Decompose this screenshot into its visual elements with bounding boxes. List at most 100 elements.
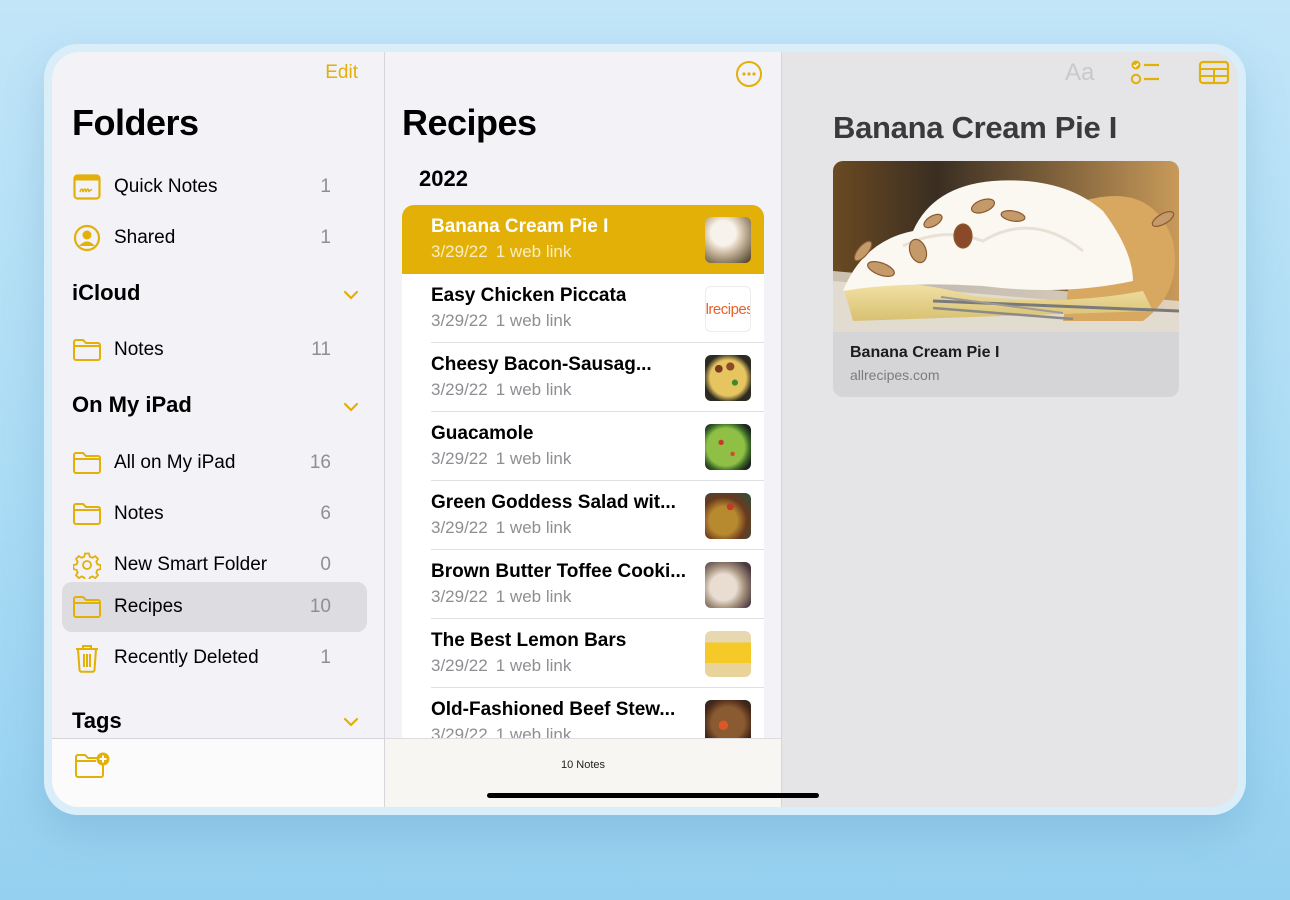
note-row[interactable]: Guacamole 3/29/22 1 web link bbox=[402, 412, 764, 481]
note-title: Cheesy Bacon-Sausag... bbox=[431, 354, 652, 375]
sidebar-toolbar bbox=[52, 738, 384, 807]
note-date: 3/29/22 bbox=[431, 311, 488, 330]
note-row[interactable]: Brown Butter Toffee Cooki... 3/29/22 1 we… bbox=[402, 550, 764, 619]
folder-icon bbox=[72, 335, 102, 365]
note-meta: 3/29/22 1 web link bbox=[431, 449, 571, 469]
sidebar-item-icloud-notes[interactable]: Notes 11 bbox=[62, 325, 367, 375]
note-thumbnail bbox=[705, 631, 751, 677]
sidebar-item-quick-notes[interactable]: Quick Notes 1 bbox=[62, 162, 367, 212]
text-format-button[interactable]: Aa bbox=[1065, 58, 1101, 88]
folder-count: 6 bbox=[320, 503, 331, 524]
note-meta: 3/29/22 1 web link bbox=[431, 587, 571, 607]
notes-list-pane: Recipes 2022 Banana Cream Pie I 3/29/22 1… bbox=[385, 52, 782, 807]
chevron-down-icon[interactable] bbox=[342, 398, 360, 416]
note-thumbnail bbox=[705, 355, 751, 401]
link-preview-domain: allrecipes.com bbox=[850, 367, 940, 383]
note-title: The Best Lemon Bars bbox=[431, 630, 627, 651]
folder-label: Recipes bbox=[114, 596, 183, 617]
shared-person-icon bbox=[72, 223, 102, 253]
note-meta: 3/29/22 1 web link bbox=[431, 380, 571, 400]
folder-label: Shared bbox=[114, 227, 176, 248]
note-date: 3/29/22 bbox=[431, 380, 488, 399]
folder-label: Quick Notes bbox=[114, 176, 218, 197]
note-row[interactable]: Old-Fashioned Beef Stew... 3/29/22 1 web … bbox=[402, 688, 764, 745]
note-attachment-info: 1 web link bbox=[495, 656, 572, 675]
chevron-down-icon[interactable] bbox=[342, 713, 360, 731]
note-thumbnail bbox=[705, 562, 751, 608]
sidebar-item-all-on-my-ipad[interactable]: All on My iPad 16 bbox=[62, 438, 367, 488]
note-attachment-info: 1 web link bbox=[495, 380, 572, 399]
new-folder-icon[interactable] bbox=[74, 751, 110, 781]
folder-label: Notes bbox=[114, 503, 164, 524]
folder-count: 10 bbox=[309, 596, 331, 617]
folder-label: New Smart Folder bbox=[114, 554, 268, 575]
note-meta: 3/29/22 1 web link bbox=[431, 311, 571, 331]
section-header-tags[interactable]: Tags bbox=[72, 708, 122, 734]
folder-icon bbox=[72, 499, 102, 529]
folder-title: Recipes bbox=[402, 102, 537, 143]
gear-icon bbox=[72, 550, 102, 580]
note-row[interactable]: Cheesy Bacon-Sausag... 3/29/22 1 web link bbox=[402, 343, 764, 412]
ellipsis-circle-icon[interactable] bbox=[735, 60, 763, 88]
note-date: 3/29/22 bbox=[431, 242, 488, 261]
note-meta: 3/29/22 1 web link bbox=[431, 242, 571, 262]
folder-count: 11 bbox=[311, 339, 331, 360]
checklist-icon[interactable] bbox=[1130, 58, 1162, 88]
note-meta: 3/29/22 1 web link bbox=[431, 656, 571, 676]
folder-icon bbox=[72, 592, 102, 622]
note-row[interactable]: Green Goddess Salad wit... 3/29/22 1 web … bbox=[402, 481, 764, 550]
group-header: 2022 bbox=[419, 166, 468, 191]
notes-app-screen: Edit Folders Quick Notes 1 Shared 1 iClo… bbox=[52, 52, 1238, 807]
note-row[interactable]: Easy Chicken Piccata 3/29/22 1 web link l… bbox=[402, 274, 764, 343]
note-title: Old-Fashioned Beef Stew... bbox=[431, 699, 676, 720]
note-thumbnail bbox=[705, 217, 751, 263]
folder-count: 1 bbox=[320, 176, 331, 197]
banana-cream-pie-image bbox=[833, 161, 1179, 332]
note-attachment-info: 1 web link bbox=[495, 518, 572, 537]
sidebar-item-recipes[interactable]: Recipes 10 bbox=[62, 582, 367, 632]
sidebar-item-recently-deleted[interactable]: Recently Deleted 1 bbox=[62, 633, 367, 683]
note-heading: Banana Cream Pie I bbox=[833, 110, 1118, 145]
note-title: Brown Butter Toffee Cooki... bbox=[431, 561, 687, 582]
note-date: 3/29/22 bbox=[431, 518, 488, 537]
folder-label: All on My iPad bbox=[114, 452, 236, 473]
note-attachment-info: 1 web link bbox=[495, 242, 572, 261]
note-row[interactable]: Banana Cream Pie I 3/29/22 1 web link bbox=[402, 205, 764, 274]
section-header-icloud[interactable]: iCloud bbox=[72, 280, 140, 306]
note-meta: 3/29/22 1 web link bbox=[431, 518, 571, 538]
note-title: Guacamole bbox=[431, 423, 534, 444]
notes-list: Banana Cream Pie I 3/29/22 1 web link Eas… bbox=[402, 205, 764, 745]
note-title: Easy Chicken Piccata bbox=[431, 285, 627, 306]
sidebar-item-notes[interactable]: Notes 6 bbox=[62, 489, 367, 539]
table-icon[interactable] bbox=[1198, 58, 1230, 88]
folder-count: 1 bbox=[320, 227, 331, 248]
folder-icon bbox=[72, 448, 102, 478]
chevron-down-icon[interactable] bbox=[342, 286, 360, 304]
folder-count: 0 bbox=[320, 554, 331, 575]
trash-icon bbox=[72, 643, 102, 673]
sidebar-item-shared[interactable]: Shared 1 bbox=[62, 213, 367, 263]
home-indicator[interactable] bbox=[487, 793, 819, 798]
note-attachment-info: 1 web link bbox=[495, 311, 572, 330]
allrecipes-logo-text: llrecipes bbox=[705, 300, 751, 318]
note-title: Green Goddess Salad wit... bbox=[431, 492, 676, 513]
section-header-on-my-ipad[interactable]: On My iPad bbox=[72, 392, 192, 418]
folder-count: 1 bbox=[320, 647, 331, 668]
web-link-preview[interactable]: Banana Cream Pie I allrecipes.com bbox=[833, 161, 1179, 397]
note-attachment-info: 1 web link bbox=[495, 449, 572, 468]
quick-notes-icon bbox=[72, 172, 102, 202]
folder-label: Recently Deleted bbox=[114, 647, 259, 668]
note-title: Banana Cream Pie I bbox=[431, 216, 609, 237]
notes-count: 10 Notes bbox=[560, 759, 606, 771]
note-date: 3/29/22 bbox=[431, 587, 488, 606]
note-attachment-info: 1 web link bbox=[495, 587, 572, 606]
folders-sidebar: Edit Folders Quick Notes 1 Shared 1 iClo… bbox=[52, 52, 385, 807]
note-row[interactable]: The Best Lemon Bars 3/29/22 1 web link bbox=[402, 619, 764, 688]
edit-button[interactable]: Edit bbox=[325, 62, 358, 84]
folders-title: Folders bbox=[72, 102, 199, 143]
link-preview-title: Banana Cream Pie I bbox=[850, 344, 1000, 361]
note-thumbnail: llrecipes bbox=[705, 286, 751, 332]
note-editor: Aa Banana Cream Pie I Banana Cream Pie I… bbox=[782, 52, 1238, 807]
note-date: 3/29/22 bbox=[431, 449, 488, 468]
ipad-frame: Edit Folders Quick Notes 1 Shared 1 iClo… bbox=[44, 44, 1246, 815]
